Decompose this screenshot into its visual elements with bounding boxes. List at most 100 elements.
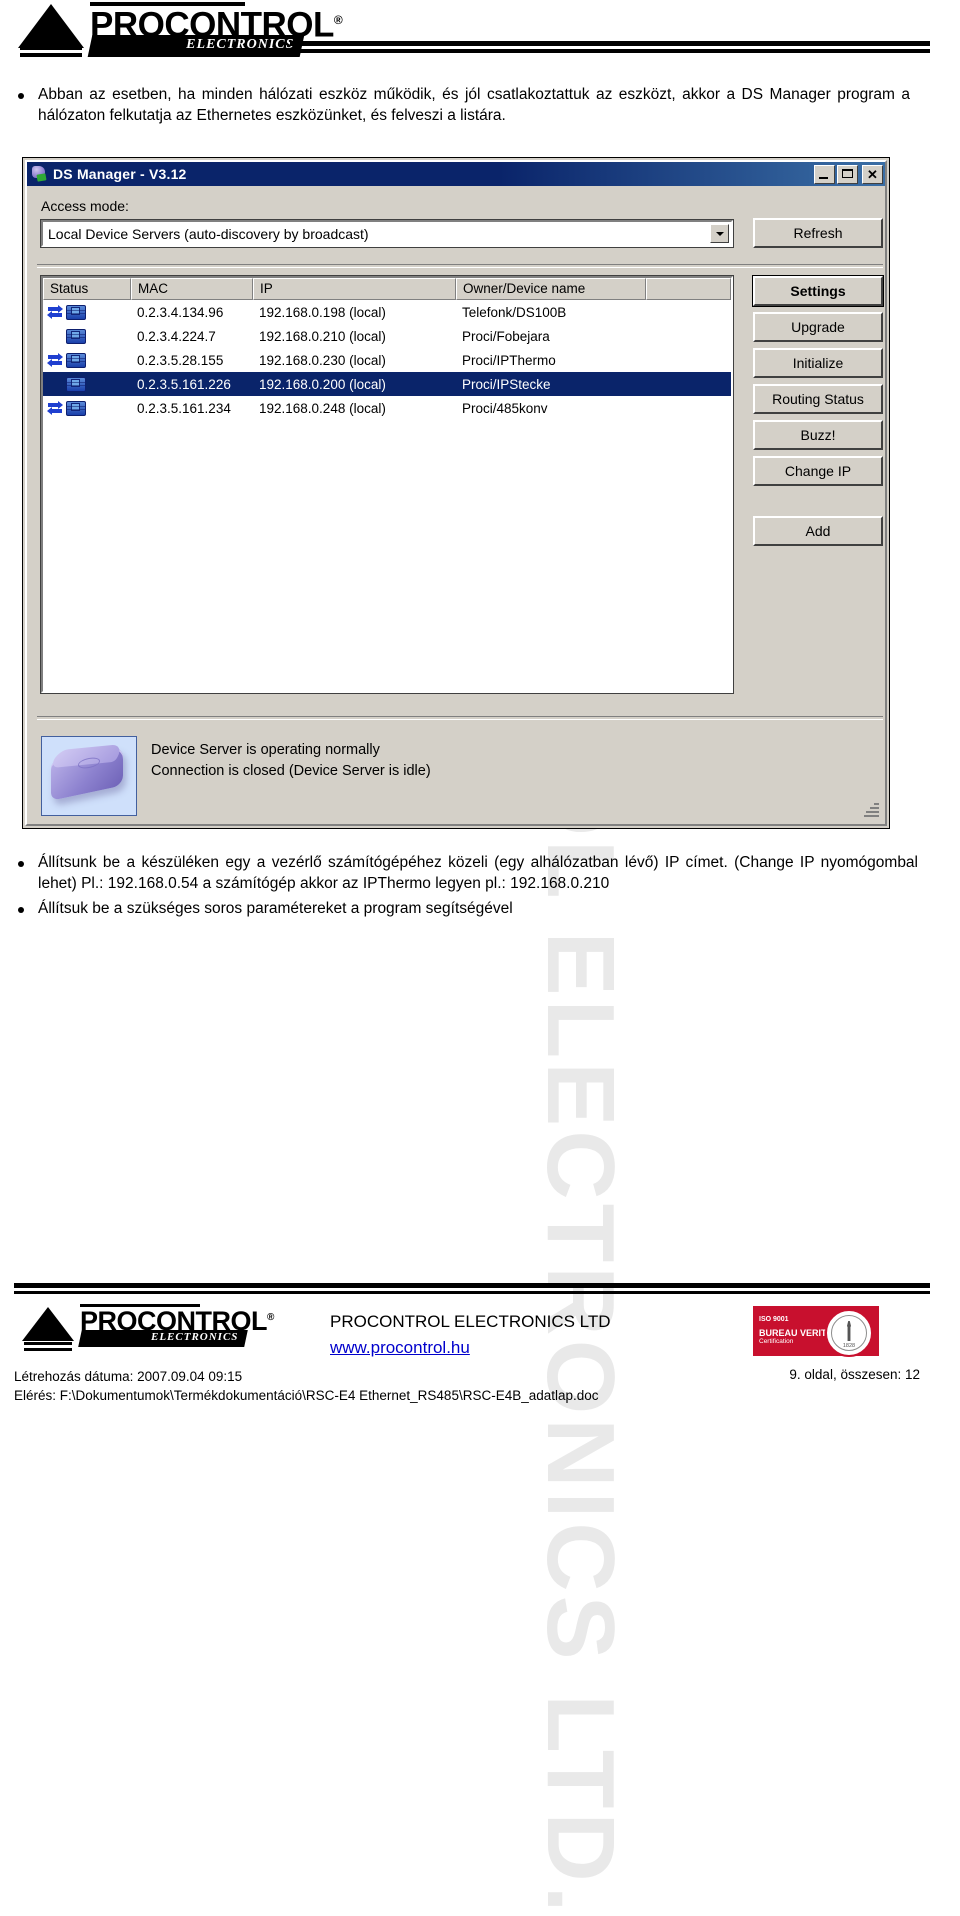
change-ip-button[interactable]: Change IP <box>753 456 883 486</box>
ds-manager-window: DS Manager - V3.12 ✕ Access mode: Local … <box>22 157 890 829</box>
device-server-status-icon <box>66 352 86 368</box>
bullet-text: Állítsuk be a szükséges soros paramétere… <box>38 900 513 917</box>
routing-status-button[interactable]: Routing Status <box>753 384 883 414</box>
traffic-arrows-icon <box>47 400 64 416</box>
cell-mac: 0.2.3.4.134.96 <box>137 304 224 320</box>
cell-owner-name: Proci/485konv <box>462 400 548 416</box>
cell-status <box>43 304 131 320</box>
table-row[interactable]: 0.2.3.5.161.234 192.168.0.248 (local) Proc… <box>43 396 731 420</box>
initialize-button[interactable]: Initialize <box>753 348 883 378</box>
table-row[interactable]: 0.2.3.4.134.96 192.168.0.198 (local) Telef… <box>43 300 731 324</box>
instruction-bullet-list: Állítsunk be a készüléken egy a vezérlő … <box>0 852 930 919</box>
resize-grip[interactable] <box>864 802 880 818</box>
close-button[interactable]: ✕ <box>862 164 883 184</box>
list-item: Abban az esetben, ha minden hálózati esz… <box>0 84 920 126</box>
footer-website-link[interactable]: www.procontrol.hu <box>330 1338 470 1358</box>
logo-bar-1 <box>20 46 82 50</box>
bullet-text: Abban az esetben, ha minden hálózati esz… <box>38 86 910 124</box>
access-mode-label: Access mode: <box>41 198 129 214</box>
column-header-status[interactable]: Status <box>43 278 131 300</box>
status-line-2: Connection is closed (Device Server is i… <box>151 763 431 779</box>
minimize-icon <box>819 176 828 179</box>
footer-page-number: 9. oldal, összesen: 12 <box>789 1367 920 1382</box>
header-rule-bottom <box>290 49 930 53</box>
column-header-mac[interactable]: MAC <box>131 278 253 300</box>
footer-rule-top <box>14 1283 930 1288</box>
iso-certification-badge: ISO 9001 BUREAU VERITAS Certification 18… <box>753 1306 879 1357</box>
column-header-ip[interactable]: IP <box>253 278 456 300</box>
logo-sub-text: ELECTRONICS <box>186 37 295 52</box>
cell-mac: 0.2.3.4.224.7 <box>137 328 216 344</box>
cell-ip: 192.168.0.210 (local) <box>259 328 386 344</box>
footer-logo-sub-bar <box>80 1304 200 1307</box>
cell-status <box>43 376 131 392</box>
device-server-status-icon <box>66 376 86 392</box>
cell-mac: 0.2.3.5.161.234 <box>137 400 231 416</box>
cell-status <box>43 352 131 368</box>
device-server-icon <box>41 736 137 816</box>
procontrol-logo: PROCONTROL® ELECTRONICS <box>18 2 343 58</box>
bureau-veritas-seal-icon: 1828 <box>825 1309 873 1357</box>
cell-owner-name: Proci/Fobejara <box>462 328 550 344</box>
access-mode-value: Local Device Servers (auto-discovery by … <box>48 225 369 242</box>
cell-owner-name: Telefonk/DS100B <box>462 304 567 320</box>
ds-manager-icon <box>30 165 48 183</box>
footer-logo: PROCONTROL® ELECTRONICS <box>22 1304 274 1356</box>
settings-button[interactable]: Settings <box>752 275 884 307</box>
seal-year: 1828 <box>842 1343 856 1349</box>
maximize-icon <box>842 168 853 178</box>
access-mode-select[interactable]: Local Device Servers (auto-discovery by … <box>40 219 734 248</box>
cell-ip: 192.168.0.200 (local) <box>259 376 386 392</box>
bullet-icon <box>18 93 24 99</box>
header-rule-top <box>290 41 930 46</box>
maximize-button[interactable] <box>837 164 858 184</box>
table-row[interactable]: 0.2.3.5.28.155 192.168.0.230 (local) Proci… <box>43 348 731 372</box>
footer-metadata: Létrehozás dátuma: 2007.09.04 09:15 Elér… <box>14 1367 599 1405</box>
column-header-owner[interactable]: Owner/Device name <box>456 278 646 300</box>
cell-ip: 192.168.0.248 (local) <box>259 400 386 416</box>
intro-bullet-list: Abban az esetben, ha minden hálózati esz… <box>0 84 920 126</box>
logo-bar-2 <box>20 53 82 57</box>
chevron-down-icon[interactable] <box>710 224 729 243</box>
close-icon: ✕ <box>867 166 878 182</box>
buzz-button[interactable]: Buzz! <box>753 420 883 450</box>
window-title: DS Manager - V3.12 <box>53 166 187 182</box>
registered-icon: ® <box>333 13 343 27</box>
triangle-icon <box>22 1307 74 1341</box>
bullet-icon <box>18 861 24 867</box>
footer-logo-sub-banner: ELECTRONICS <box>78 1330 248 1347</box>
bullet-icon <box>18 907 24 913</box>
footer-created-date: Létrehozás dátuma: 2007.09.04 09:15 <box>14 1369 243 1384</box>
seal-inner: 1828 <box>831 1315 867 1351</box>
table-row[interactable]: 0.2.3.5.161.226 192.168.0.200 (local) Proc… <box>43 372 731 396</box>
cell-mac: 0.2.3.5.161.226 <box>137 376 231 392</box>
cell-ip: 192.168.0.230 (local) <box>259 352 386 368</box>
device-server-status-icon <box>66 328 86 344</box>
triangle-icon <box>18 4 84 48</box>
list-item: Állítsunk be a készüléken egy a vezérlő … <box>0 852 930 894</box>
seal-figure-icon <box>847 1321 851 1341</box>
traffic-arrows-icon <box>47 304 64 320</box>
registered-icon: ® <box>267 1312 274 1323</box>
add-button[interactable]: Add <box>753 516 883 546</box>
logo-sub-banner: ELECTRONICS <box>87 35 305 57</box>
device-list[interactable]: Status MAC IP Owner/Device name 0.2.3.4.… <box>40 275 734 694</box>
footer-logo-sub-text: ELECTRONICS <box>151 1331 239 1343</box>
footer-rule-bottom <box>14 1291 930 1294</box>
upgrade-button[interactable]: Upgrade <box>753 312 883 342</box>
status-line-1: Device Server is operating normally <box>151 742 380 758</box>
table-row[interactable]: 0.2.3.4.224.7 192.168.0.210 (local) Proci/… <box>43 324 731 348</box>
bullet-text: Állítsunk be a készüléken egy a vezérlő … <box>38 854 918 892</box>
minimize-button[interactable] <box>814 164 835 184</box>
cell-status <box>43 400 131 416</box>
refresh-button[interactable]: Refresh <box>753 218 883 248</box>
window-titlebar[interactable]: DS Manager - V3.12 ✕ <box>27 162 885 186</box>
device-server-status-icon <box>66 400 86 416</box>
logo-bar-2 <box>24 1348 72 1351</box>
cell-owner-name: Proci/IPStecke <box>462 376 551 392</box>
footer-file-path: Elérés: F:\Dokumentumok\Termékdokumentác… <box>14 1388 599 1403</box>
logo-sub-bar <box>90 2 245 6</box>
logo-bar-1 <box>24 1342 72 1345</box>
column-header-extra[interactable] <box>646 278 731 300</box>
cell-owner-name: Proci/IPThermo <box>462 352 556 368</box>
